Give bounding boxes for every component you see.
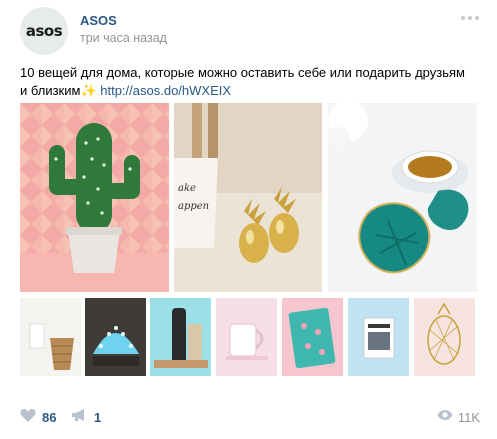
thumb-pineapple-frame[interactable] bbox=[414, 298, 475, 376]
thumb-kitchen-set[interactable] bbox=[150, 298, 211, 376]
svg-text:ake: ake bbox=[178, 183, 196, 194]
photo-cactus-lamp[interactable] bbox=[20, 103, 169, 292]
thumb-book[interactable] bbox=[348, 298, 409, 376]
post: asos ASOS три часа назад 10 вещей для до… bbox=[0, 0, 497, 439]
svg-text:appen: appen bbox=[178, 201, 209, 212]
share-count: 1 bbox=[94, 410, 102, 425]
megaphone-icon bbox=[71, 408, 88, 427]
photo-monstera-coasters[interactable] bbox=[328, 103, 477, 292]
sparkle-emoji: ✨ bbox=[80, 83, 97, 98]
post-time[interactable]: три часа назад bbox=[80, 31, 167, 45]
share-button[interactable]: 1 bbox=[71, 408, 101, 427]
post-link[interactable]: http://asos.do/hWXEIX bbox=[100, 83, 231, 98]
thumb-wicker-baskets[interactable] bbox=[20, 298, 81, 376]
like-count: 86 bbox=[42, 410, 57, 425]
avatar[interactable]: asos bbox=[20, 7, 68, 55]
post-text: 10 вещей для дома, которые можно оставит… bbox=[20, 64, 475, 100]
thumb-shell-light[interactable] bbox=[85, 298, 146, 376]
photo-gold-pineapples[interactable]: ake appen bbox=[174, 103, 322, 292]
avatar-logo: asos bbox=[25, 22, 63, 40]
like-button[interactable]: 86 bbox=[20, 408, 56, 427]
thumb-mug[interactable] bbox=[216, 298, 277, 376]
eye-icon bbox=[437, 408, 453, 426]
heart-icon bbox=[20, 408, 36, 427]
thumb-flamingo-notebook[interactable] bbox=[282, 298, 343, 376]
view-count: 11K bbox=[457, 409, 480, 425]
author-name[interactable]: ASOS bbox=[80, 13, 117, 28]
more-options-icon[interactable] bbox=[461, 16, 479, 20]
views: 11K bbox=[437, 408, 480, 426]
